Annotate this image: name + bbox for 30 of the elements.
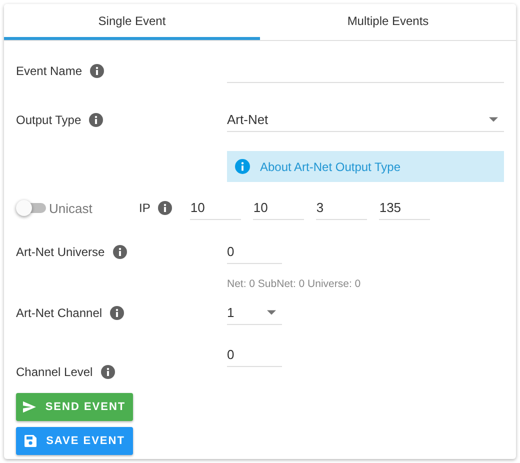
field-label: Channel Level	[16, 365, 93, 379]
tab[interactable]: Multiple Events	[260, 4, 516, 40]
universe-field[interactable]: 0	[227, 240, 282, 264]
info-icon	[235, 159, 250, 174]
ip-octet-field[interactable]: 10	[253, 196, 304, 220]
hint-text: Net: 0 SubNet: 0 Universe: 0	[227, 278, 361, 290]
info-icon[interactable]	[89, 113, 104, 127]
field-label: Output Type	[16, 113, 82, 127]
channel-select[interactable]: 1	[227, 301, 282, 325]
info-icon[interactable]	[158, 201, 172, 215]
info-icon[interactable]	[110, 306, 124, 320]
field-label: Event Name	[16, 64, 82, 78]
info-icon[interactable]	[100, 365, 115, 379]
field-label: Art-Net Universe	[16, 245, 105, 259]
ip-octet-field[interactable]: 3	[316, 196, 368, 220]
channel-level-field[interactable]: 0	[227, 343, 282, 367]
ip-octet-field[interactable]: 10	[190, 196, 242, 220]
caret-icon	[267, 310, 276, 315]
field-label: IP	[139, 201, 150, 215]
save-icon	[24, 435, 38, 447]
info-icon[interactable]	[90, 64, 104, 78]
tab[interactable]: Single Event	[4, 4, 260, 40]
unicast-switch[interactable]	[16, 200, 46, 216]
caret-icon	[489, 117, 498, 122]
field-label: Art-Net Channel	[16, 306, 102, 320]
switch-label: Unicast	[49, 200, 94, 216]
output-type-select[interactable]: Art-Net	[227, 108, 504, 132]
send-icon	[23, 401, 36, 413]
ip-octet-field[interactable]: 135	[379, 196, 430, 220]
info-icon[interactable]	[112, 245, 127, 259]
